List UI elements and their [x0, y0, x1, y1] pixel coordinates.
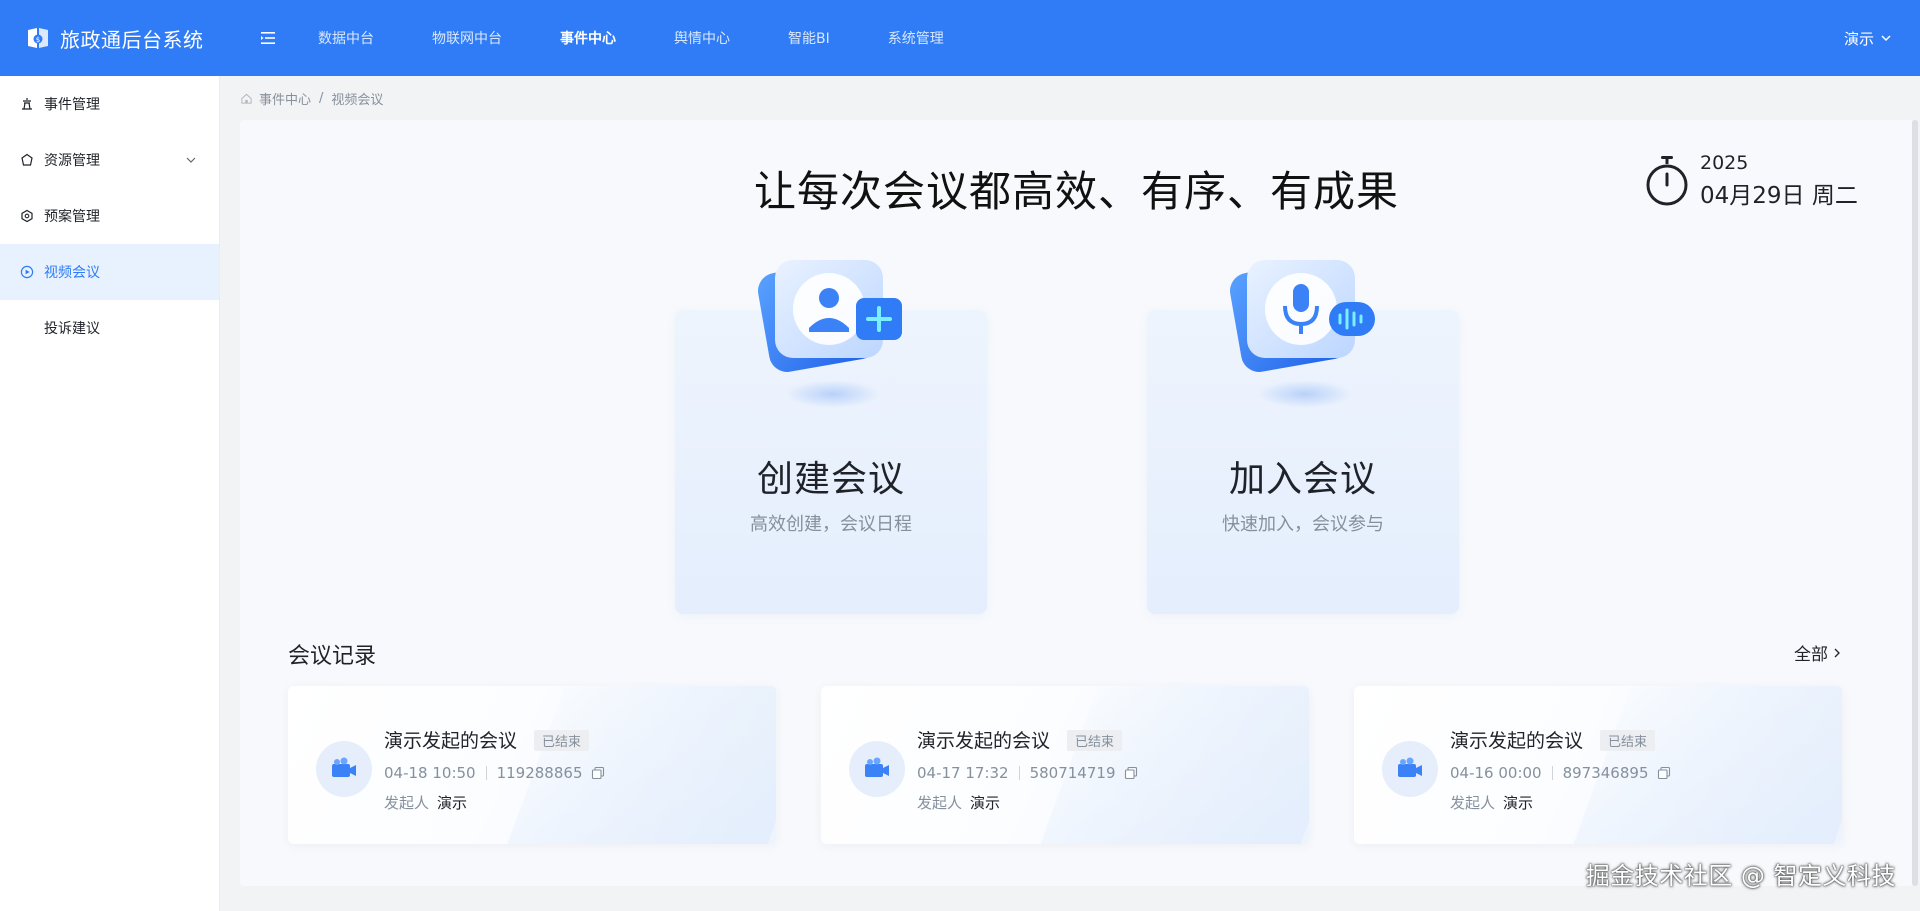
date-day: 04月29日 周二 [1700, 183, 1858, 209]
nav-data-center[interactable]: 数据中台 [318, 28, 374, 48]
meeting-meta: 04-17 17:32 580714719 [917, 764, 1138, 782]
sidebar-item-label: 事件管理 [44, 97, 100, 113]
create-meeting-card[interactable]: 创建会议 高效创建，会议日程 [675, 260, 987, 614]
date-year: 2025 [1700, 152, 1749, 174]
watermark: 掘金技术社区 @ 智定义科技 [1585, 862, 1896, 890]
host-name: 演示 [1503, 794, 1534, 812]
create-meeting-icon [758, 260, 902, 408]
join-meeting-card[interactable]: 加入会议 快速加入，会议参与 [1147, 260, 1459, 614]
meeting-name: 演示发起的会议 [384, 730, 518, 752]
video-camera-icon [1398, 757, 1422, 777]
meeting-meta: 04-16 00:00 897346895 [1450, 764, 1671, 782]
host-label: 发起人 [384, 794, 430, 812]
plan-icon [21, 209, 33, 223]
resource-icon [21, 153, 33, 166]
copy-icon[interactable] [1124, 766, 1138, 780]
meeting-record-card[interactable]: 演示发起的会议 已结束 04-18 10:50 119288865 发起人 演示 [288, 686, 776, 844]
top-nav: 数据中台 物联网中台 事件中心 舆情中心 智能BI 系统管理 [318, 28, 1002, 48]
sidebar-item-label: 视频会议 [44, 265, 100, 281]
breadcrumb: 事件中心 / 视频会议 [240, 88, 383, 108]
video-camera-icon [865, 757, 889, 777]
join-meeting-desc: 快速加入，会议参与 [1222, 514, 1384, 535]
sidebar-item-label: 预案管理 [44, 209, 100, 225]
status-badge: 已结束 [1600, 730, 1656, 751]
status-badge: 已结束 [1067, 730, 1123, 751]
sidebar-item-resource-management[interactable]: 资源管理 [0, 132, 219, 188]
view-all-link[interactable]: 全部 [1794, 640, 1843, 665]
meeting-meta: 04-18 10:50 119288865 [384, 764, 605, 782]
app-title: 旅政通后台系统 [60, 27, 204, 52]
status-badge: 已结束 [534, 730, 590, 751]
nav-opinion-center[interactable]: 舆情中心 [674, 28, 730, 48]
records-title: 会议记录 [288, 644, 377, 669]
top-header: $ 旅政通后台系统 数据中台 物联网中台 事件中心 舆情中心 智能BI 系统管理… [0, 0, 1920, 76]
video-icon [20, 265, 34, 279]
host-label: 发起人 [917, 794, 963, 812]
meeting-host: 发起人 演示 [384, 792, 467, 813]
nav-event-center[interactable]: 事件中心 [560, 28, 616, 48]
join-meeting-icon [1230, 260, 1375, 408]
host-name: 演示 [970, 794, 1001, 812]
meeting-avatar [316, 741, 372, 797]
nav-smart-bi[interactable]: 智能BI [788, 28, 830, 48]
meeting-avatar [1382, 741, 1438, 797]
meta-divider [1551, 766, 1553, 780]
create-meeting-title: 创建会议 [756, 459, 905, 500]
breadcrumb-current: 视频会议 [331, 92, 384, 108]
app-logo[interactable]: $ 旅政通后台系统 [24, 24, 234, 53]
stopwatch-icon [1646, 156, 1688, 206]
sidebar: 事件管理 资源管理 预案管理 视频会议 投诉建议 [0, 76, 220, 911]
menu-toggle-icon[interactable] [258, 28, 278, 48]
user-menu[interactable]: 演示 [1844, 0, 1892, 76]
meeting-time: 04-16 00:00 [1450, 764, 1542, 782]
copy-icon[interactable] [591, 766, 605, 780]
meeting-id: 119288865 [496, 764, 583, 782]
vertical-scrollbar[interactable] [1912, 120, 1918, 886]
event-icon [22, 98, 32, 110]
join-meeting-title: 加入会议 [1228, 459, 1377, 500]
video-camera-icon [332, 757, 356, 777]
logo-icon: $ [28, 28, 48, 48]
copy-icon[interactable] [1657, 766, 1671, 780]
host-name: 演示 [437, 794, 468, 812]
chevron-right-icon [1834, 648, 1840, 657]
main-panel: 让每次会议都高效、有序、有成果 2025 04月29日 周二 创建会议 高效创建… [240, 120, 1913, 886]
meeting-time: 04-17 17:32 [917, 764, 1009, 782]
sidebar-item-label: 资源管理 [44, 153, 100, 169]
home-icon[interactable] [240, 92, 253, 105]
meeting-id: 897346895 [1562, 764, 1649, 782]
meta-divider [1018, 766, 1020, 780]
chevron-down-icon [186, 157, 196, 163]
create-meeting-desc: 高效创建，会议日程 [750, 514, 912, 535]
sidebar-item-plan-management[interactable]: 预案管理 [0, 188, 219, 244]
sidebar-item-event-management[interactable]: 事件管理 [0, 76, 219, 132]
user-name: 演示 [1843, 29, 1874, 48]
sidebar-item-video-meeting[interactable]: 视频会议 [0, 244, 219, 300]
meeting-time: 04-18 10:50 [384, 764, 476, 782]
host-label: 发起人 [1450, 794, 1496, 812]
meeting-host: 发起人 演示 [1450, 792, 1533, 813]
meeting-name: 演示发起的会议 [917, 730, 1051, 752]
nav-iot-center[interactable]: 物联网中台 [432, 28, 502, 48]
view-all-label: 全部 [1794, 645, 1828, 665]
meeting-name: 演示发起的会议 [1450, 730, 1584, 752]
date-display: 2025 04月29日 周二 [1644, 152, 1858, 210]
meeting-record-card[interactable]: 演示发起的会议 已结束 04-16 00:00 897346895 发起人 演示 [1354, 686, 1842, 844]
nav-system-admin[interactable]: 系统管理 [888, 28, 944, 48]
meta-divider [485, 766, 487, 780]
breadcrumb-root[interactable]: 事件中心 [259, 89, 311, 108]
meeting-record-card[interactable]: 演示发起的会议 已结束 04-17 17:32 580714719 发起人 演示 [821, 686, 1309, 844]
sidebar-item-label: 投诉建议 [44, 321, 100, 337]
meeting-id: 580714719 [1029, 764, 1116, 782]
breadcrumb-separator: / [319, 90, 324, 106]
meeting-avatar [849, 741, 905, 797]
sidebar-item-complaint[interactable]: 投诉建议 [0, 300, 219, 356]
meeting-host: 发起人 演示 [917, 792, 1000, 813]
chevron-down-icon [1881, 35, 1891, 42]
svg-text:$: $ [36, 36, 40, 44]
